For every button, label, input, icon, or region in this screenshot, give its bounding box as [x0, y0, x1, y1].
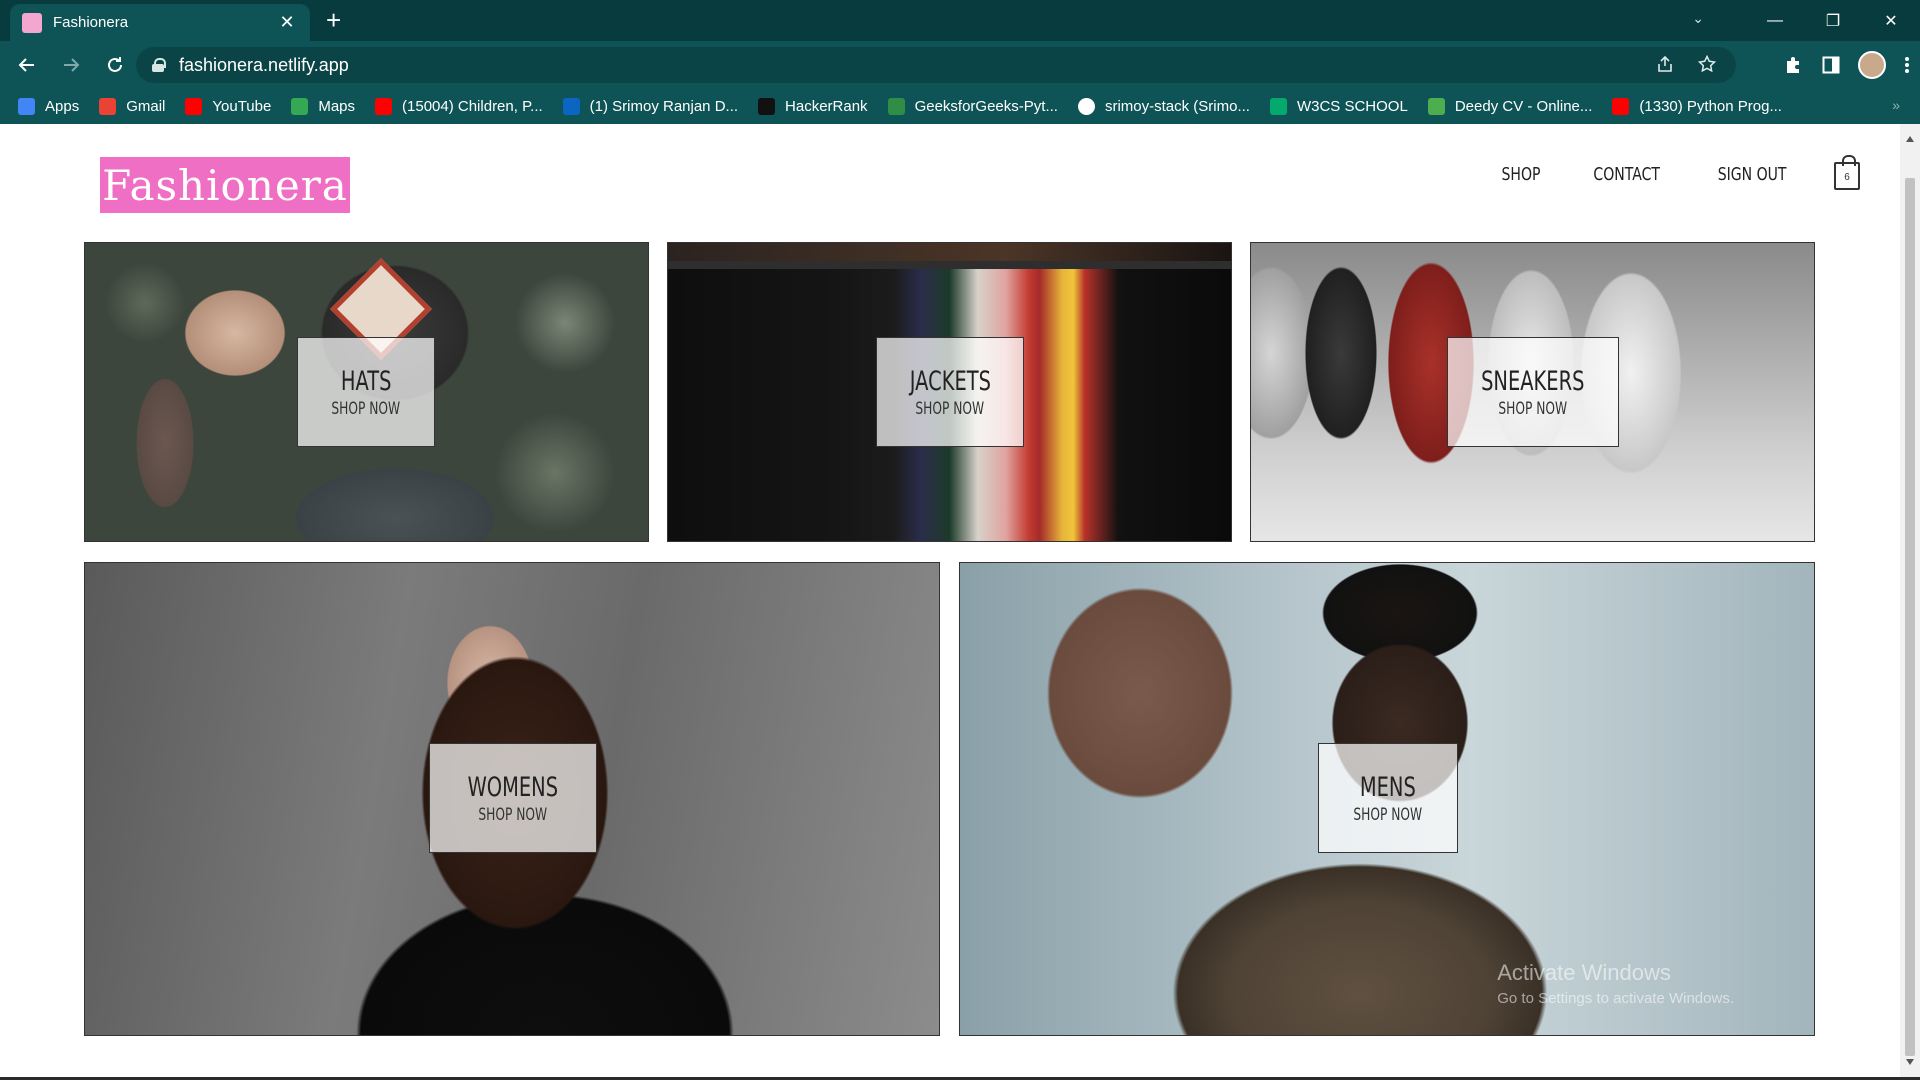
category-title: SNEAKERS	[1481, 365, 1585, 397]
youtube-icon	[1612, 98, 1630, 115]
scroll-up-icon[interactable]	[1906, 136, 1914, 142]
github-icon	[1077, 98, 1095, 115]
bookmark-label: YouTube	[212, 98, 272, 115]
bookmarks-overflow-icon[interactable]: »	[1892, 97, 1900, 113]
youtube-icon	[375, 98, 393, 115]
category-label-hats[interactable]: HATS SHOP NOW	[297, 337, 435, 447]
shop-now-link[interactable]: SHOP NOW	[916, 399, 985, 419]
new-tab-button[interactable]: +	[326, 7, 341, 33]
minimize-button[interactable]: —	[1746, 0, 1804, 41]
bookmark-item[interactable]: srimoy-stack (Srimo...	[1077, 98, 1250, 115]
overleaf-icon	[1427, 98, 1445, 115]
bookmark-item[interactable]: (15004) Children, P...	[375, 98, 543, 115]
bookmark-label: (1) Srimoy Ranjan D...	[589, 98, 739, 115]
bookmark-item[interactable]: Deedy CV - Online...	[1427, 98, 1593, 115]
window-controls: — ❐ ✕	[1746, 0, 1920, 41]
tab-title: Fashionera	[53, 14, 129, 31]
category-card-hats[interactable]: HATS SHOP NOW	[84, 242, 649, 542]
extensions-puzzle-icon[interactable]	[1784, 55, 1804, 75]
bookmark-label: HackerRank	[785, 98, 868, 115]
bookmark-label: Deedy CV - Online...	[1454, 98, 1593, 115]
more-menu-icon[interactable]	[1904, 55, 1910, 75]
star-bookmark-icon[interactable]	[1698, 55, 1716, 73]
linkedin-icon	[562, 98, 580, 115]
shopping-bag-icon[interactable]: 6	[1834, 155, 1860, 190]
lock-icon	[152, 58, 166, 72]
browser-toolbar: fashionera.netlify.app	[0, 41, 1920, 89]
bookmark-item[interactable]: Maps	[291, 98, 355, 115]
shop-now-link[interactable]: SHOP NOW	[479, 805, 548, 825]
close-tab-icon[interactable]: ✕	[276, 12, 298, 33]
bookmark-item[interactable]: YouTube	[185, 98, 271, 115]
nav-shop-link[interactable]: SHOP	[1502, 164, 1541, 185]
bookmark-label: GeeksforGeeks-Pyt...	[914, 98, 1058, 115]
bookmarks-bar: Apps Gmail YouTube Maps (15004) Children, P.…	[0, 89, 1920, 124]
bookmark-label: (15004) Children, P...	[402, 98, 543, 115]
bookmark-label: srimoy-stack (Srimo...	[1104, 98, 1250, 115]
w3schools-icon	[1269, 98, 1287, 115]
gmail-icon	[99, 98, 117, 115]
site-logo[interactable]: Fashionera	[100, 157, 350, 213]
bookmark-item[interactable]: (1330) Python Prog...	[1612, 98, 1782, 115]
site-nav: SHOP CONTACT SIGN OUT 6	[1496, 154, 1860, 194]
share-icon[interactable]	[1656, 55, 1674, 73]
bookmark-item[interactable]: Apps	[18, 98, 79, 115]
category-card-womens[interactable]: WOMENS SHOP NOW	[84, 562, 940, 1036]
bookmark-label: Gmail	[126, 98, 166, 115]
scroll-down-icon[interactable]	[1906, 1059, 1914, 1065]
side-panel-icon[interactable]	[1822, 56, 1840, 74]
windows-activation-watermark: Activate Windows Go to Settings to activ…	[1497, 960, 1734, 1007]
category-title: JACKETS	[909, 365, 991, 397]
category-card-jackets[interactable]: JACKETS SHOP NOW	[667, 242, 1232, 542]
category-label-sneakers[interactable]: SNEAKERS SHOP NOW	[1447, 337, 1619, 447]
shop-now-link[interactable]: SHOP NOW	[332, 399, 401, 419]
category-label-jackets[interactable]: JACKETS SHOP NOW	[876, 337, 1024, 447]
nav-sign-out-link[interactable]: SIGN OUT	[1717, 164, 1786, 185]
category-title: HATS	[340, 365, 392, 397]
forward-button[interactable]	[54, 48, 88, 82]
shop-now-link[interactable]: SHOP NOW	[1354, 805, 1423, 825]
page-viewport: Fashionera SHOP CONTACT SIGN OUT 6 HATS …	[0, 124, 1900, 1077]
close-window-button[interactable]: ✕	[1862, 0, 1920, 41]
bookmark-item[interactable]: (1) Srimoy Ranjan D...	[562, 98, 739, 115]
browser-tab-strip: Fashionera ✕ + ⌄ — ❐ ✕	[0, 0, 1920, 41]
apps-grid-icon	[18, 98, 35, 115]
bookmark-item[interactable]: GeeksforGeeks-Pyt...	[887, 98, 1058, 115]
youtube-icon	[185, 98, 203, 115]
bookmark-label: (1330) Python Prog...	[1639, 98, 1782, 115]
browser-tab[interactable]: Fashionera ✕	[10, 4, 310, 41]
bookmark-item[interactable]: Gmail	[99, 98, 165, 115]
arrow-left-icon	[18, 58, 34, 72]
category-title: MENS	[1360, 771, 1416, 803]
bookmark-label: Maps	[318, 98, 356, 115]
arrow-right-icon	[64, 58, 80, 72]
hackerrank-icon	[758, 98, 776, 115]
maps-icon	[291, 98, 309, 115]
nav-contact-link[interactable]: CONTACT	[1594, 164, 1661, 185]
shop-now-link[interactable]: SHOP NOW	[1499, 399, 1568, 419]
page-scrollbar[interactable]	[1900, 124, 1920, 1077]
bookmark-label: W3CS SCHOOL	[1296, 98, 1408, 115]
profile-avatar[interactable]	[1858, 51, 1886, 79]
reload-icon	[108, 57, 122, 72]
tab-search-icon[interactable]: ⌄	[1692, 10, 1704, 27]
category-label-womens[interactable]: WOMENS SHOP NOW	[429, 743, 597, 853]
bookmark-label: Apps	[45, 98, 80, 115]
address-bar[interactable]: fashionera.netlify.app	[136, 47, 1736, 83]
scrollbar-thumb[interactable]	[1905, 178, 1915, 1056]
geeksforgeeks-icon	[887, 98, 905, 115]
back-button[interactable]	[10, 48, 44, 82]
bookmark-item[interactable]: W3CS SCHOOL	[1269, 98, 1408, 115]
reload-button[interactable]	[98, 48, 132, 82]
site-favicon-icon	[22, 12, 42, 33]
cart-count: 6	[1844, 172, 1850, 183]
restore-button[interactable]: ❐	[1804, 0, 1862, 41]
category-card-mens[interactable]: MENS SHOP NOW Activate Windows Go to Set…	[959, 562, 1815, 1036]
logo-text: Fashionera	[102, 160, 348, 210]
url-text[interactable]: fashionera.netlify.app	[179, 55, 349, 76]
category-label-mens[interactable]: MENS SHOP NOW	[1318, 743, 1458, 853]
bookmark-item[interactable]: HackerRank	[758, 98, 868, 115]
category-title: WOMENS	[467, 771, 559, 803]
category-card-sneakers[interactable]: SNEAKERS SHOP NOW	[1250, 242, 1815, 542]
